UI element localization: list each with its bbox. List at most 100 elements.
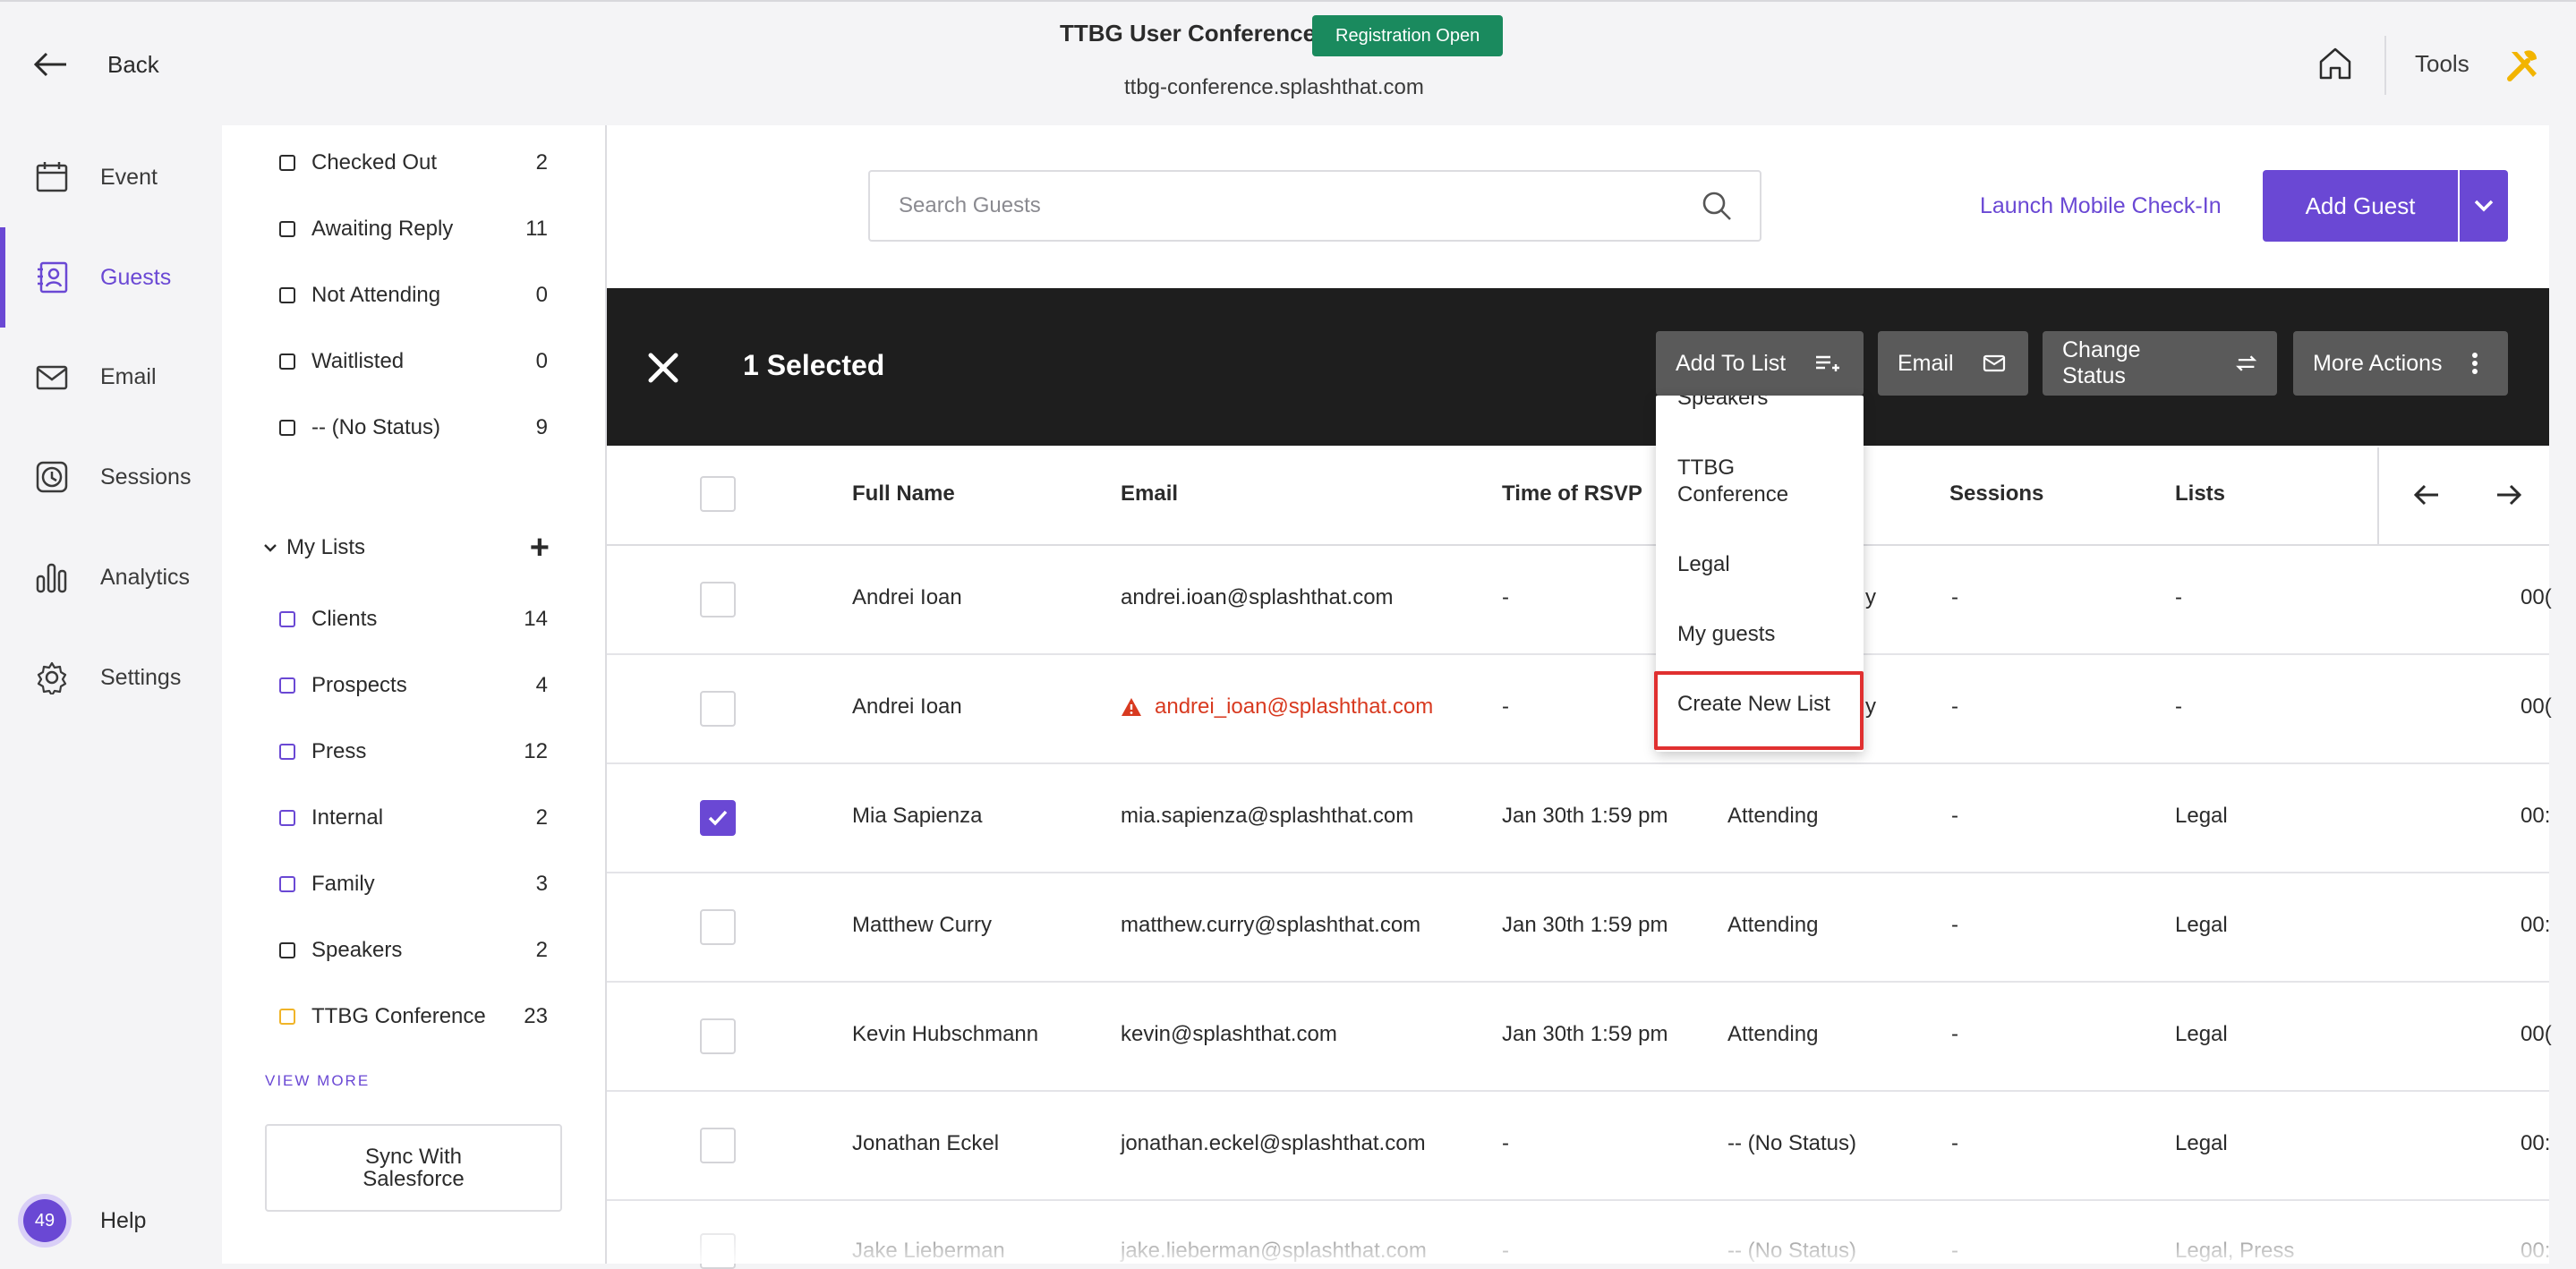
- guest-extra: 00:: [2521, 1131, 2551, 1155]
- add-to-list-button[interactable]: Add To List: [1656, 331, 1864, 396]
- guest-status: -- (No Status): [1727, 1131, 1857, 1155]
- row-checkbox[interactable]: [700, 1128, 736, 1163]
- guest-name[interactable]: Andrei Ioan: [852, 585, 962, 610]
- search-box[interactable]: [868, 170, 1761, 242]
- table-row[interactable]: Andrei Ioan andrei_ioan@splashthat.com -…: [607, 655, 2552, 764]
- row-checkbox[interactable]: [700, 1018, 736, 1054]
- list-checkbox[interactable]: [279, 942, 295, 958]
- list-checkbox[interactable]: [279, 611, 295, 627]
- dropdown-item-create-new-list[interactable]: Create New List: [1677, 691, 1830, 718]
- arrow-left-icon[interactable]: [2413, 483, 2440, 507]
- my-lists-header[interactable]: My Lists +: [263, 526, 550, 569]
- nav-item-sessions[interactable]: Sessions: [0, 439, 222, 515]
- guest-name[interactable]: Jonathan Eckel: [852, 1131, 999, 1156]
- list-speakers[interactable]: Speakers 2: [279, 933, 548, 968]
- nav-item-guests[interactable]: Guests: [0, 239, 222, 316]
- dropdown-item-legal[interactable]: Legal: [1677, 551, 1730, 578]
- table-row[interactable]: Andrei Ioan andrei.ioan@splashthat.com -…: [607, 546, 2552, 655]
- filter-checkbox[interactable]: [279, 287, 295, 303]
- filter-checkbox[interactable]: [279, 353, 295, 370]
- email-button[interactable]: Email: [1878, 331, 2028, 396]
- help-count-badge: 49: [23, 1199, 66, 1242]
- guest-sessions: -: [1951, 804, 1958, 828]
- filter-checked-out[interactable]: Checked Out 2: [279, 145, 548, 181]
- table-row[interactable]: Matthew Curry matthew.curry@splashthat.c…: [607, 873, 2551, 983]
- list-family[interactable]: Family 3: [279, 866, 548, 902]
- column-header-lists[interactable]: Lists: [2175, 481, 2225, 507]
- filter-waitlisted[interactable]: Waitlisted 0: [279, 344, 548, 379]
- add-guest-button[interactable]: Add Guest: [2263, 170, 2458, 242]
- list-count: 14: [524, 607, 548, 631]
- list-prospects[interactable]: Prospects 4: [279, 668, 548, 703]
- list-label: Prospects: [311, 673, 407, 697]
- row-checkbox[interactable]: [700, 1233, 736, 1269]
- guest-name[interactable]: Andrei Ioan: [852, 694, 962, 720]
- change-status-button[interactable]: Change Status: [2043, 331, 2277, 396]
- nav-item-settings[interactable]: Settings: [0, 639, 222, 716]
- tools-label[interactable]: Tools: [2415, 50, 2469, 78]
- dropdown-item-speakers[interactable]: Speakers: [1677, 396, 1768, 412]
- list-press[interactable]: Press 12: [279, 734, 548, 770]
- nav-item-analytics[interactable]: Analytics: [0, 539, 222, 616]
- list-checkbox[interactable]: [279, 876, 295, 892]
- sync-salesforce-button[interactable]: Sync With Salesforce: [265, 1124, 562, 1212]
- add-list-plus-icon[interactable]: +: [530, 531, 550, 565]
- select-all-checkbox[interactable]: [700, 476, 736, 512]
- bar-chart-icon: [34, 559, 70, 595]
- filter-count: 0: [535, 349, 548, 373]
- table-row[interactable]: Kevin Hubschmann kevin@splashthat.com Ja…: [607, 983, 2552, 1092]
- guest-name[interactable]: Matthew Curry: [852, 913, 992, 938]
- filter-awaiting-reply[interactable]: Awaiting Reply 11: [279, 211, 548, 247]
- column-header-full-name[interactable]: Full Name: [852, 481, 955, 507]
- row-checkbox[interactable]: [700, 691, 736, 727]
- list-clients[interactable]: Clients 14: [279, 601, 548, 637]
- guest-extra: 00:: [2521, 913, 2551, 937]
- arrow-right-icon[interactable]: [2495, 483, 2522, 507]
- nav-item-event[interactable]: Event: [0, 139, 222, 216]
- launch-mobile-checkin-link[interactable]: Launch Mobile Check-In: [1980, 193, 2222, 219]
- column-header-time-of-rsvp[interactable]: Time of RSVP: [1502, 481, 1642, 507]
- filter-no-status[interactable]: -- (No Status) 9: [279, 410, 548, 446]
- filter-checkbox[interactable]: [279, 155, 295, 171]
- dropdown-item-ttbg-conference[interactable]: TTBG Conference: [1677, 455, 1821, 508]
- search-icon[interactable]: [1701, 190, 1733, 222]
- list-checkbox[interactable]: [279, 677, 295, 694]
- back-button[interactable]: Back: [32, 45, 159, 84]
- list-count: 3: [535, 872, 548, 896]
- help-button[interactable]: 49 Help: [23, 1199, 146, 1242]
- more-actions-button[interactable]: More Actions: [2293, 331, 2508, 396]
- list-ttbg-conference[interactable]: TTBG Conference 23: [279, 999, 548, 1035]
- row-checkbox-checked[interactable]: [700, 800, 736, 836]
- table-row[interactable]: Mia Sapienza mia.sapienza@splashthat.com…: [607, 764, 2550, 873]
- arrow-left-icon: [33, 52, 66, 77]
- table-row[interactable]: Jonathan Eckel jonathan.eckel@splashthat…: [607, 1092, 2551, 1201]
- row-checkbox[interactable]: [700, 909, 736, 945]
- guest-name[interactable]: Kevin Hubschmann: [852, 1022, 1038, 1047]
- filter-checkbox[interactable]: [279, 221, 295, 237]
- table-row[interactable]: Jake Lieberman jake.lieberman@splashthat…: [607, 1201, 2550, 1269]
- guest-name[interactable]: Jake Lieberman: [852, 1239, 1005, 1264]
- chevron-down-icon: [264, 544, 277, 552]
- tools-icon[interactable]: [2503, 45, 2544, 86]
- column-header-email[interactable]: Email: [1121, 481, 1178, 507]
- guest-status: -- (No Status): [1727, 1239, 1857, 1263]
- list-internal[interactable]: Internal 2: [279, 800, 548, 836]
- nav-item-email[interactable]: Email: [0, 338, 222, 415]
- dropdown-item-my-guests[interactable]: My guests: [1677, 621, 1775, 648]
- close-icon[interactable]: [641, 345, 686, 390]
- row-checkbox[interactable]: [700, 582, 736, 617]
- event-url[interactable]: ttbg-conference.splashthat.com: [1124, 75, 1424, 100]
- calendar-icon: [34, 159, 70, 195]
- search-input[interactable]: [897, 192, 1701, 219]
- add-guest-dropdown-button[interactable]: [2460, 170, 2508, 242]
- home-icon[interactable]: [2316, 45, 2354, 82]
- list-checkbox[interactable]: [279, 1009, 295, 1025]
- view-more-link[interactable]: VIEW MORE: [265, 1072, 370, 1090]
- sync-label-line2: Salesforce: [363, 1167, 465, 1191]
- column-header-sessions[interactable]: Sessions: [1949, 481, 2043, 507]
- filter-not-attending[interactable]: Not Attending 0: [279, 277, 548, 313]
- list-checkbox[interactable]: [279, 810, 295, 826]
- list-checkbox[interactable]: [279, 744, 295, 760]
- filter-checkbox[interactable]: [279, 420, 295, 436]
- guest-name[interactable]: Mia Sapienza: [852, 804, 982, 829]
